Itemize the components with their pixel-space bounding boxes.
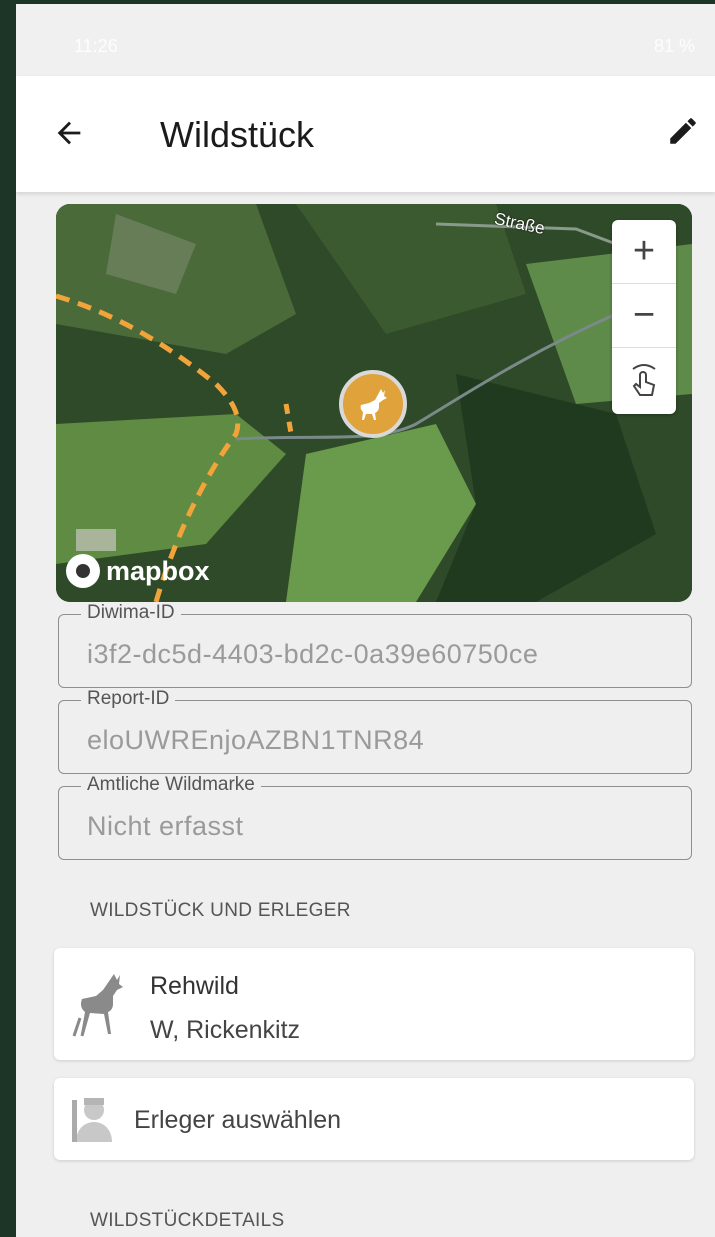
game-marker[interactable]: [339, 370, 407, 438]
arrow-left-icon: [57, 121, 81, 145]
game-species: Rehwild: [150, 972, 239, 1000]
touch-rotate-icon: [632, 364, 656, 396]
report-id-field[interactable]: Report-ID eloUWREnjoAZBN1TNR84: [58, 688, 692, 774]
person-icon: [72, 1098, 112, 1142]
select-hunter-card[interactable]: Erleger auswählen: [54, 1078, 694, 1160]
deer-icon: [360, 389, 387, 420]
wildmarke-label: Amtliche Wildmarke: [81, 774, 261, 796]
mapbox-attribution[interactable]: mapbox: [66, 554, 210, 588]
diwima-id-field[interactable]: Diwima-ID i3f2-dc5d-4403-bd2c-0a39e60750…: [58, 602, 692, 688]
app-bar: Wildstück: [16, 76, 715, 192]
back-button[interactable]: [52, 116, 86, 150]
page-title: Wildstück: [160, 114, 315, 155]
report-id-label: Report-ID: [81, 688, 176, 710]
status-bar: 11:26 81 %: [16, 4, 715, 76]
map-view[interactable]: Straße + − mapbox: [56, 204, 692, 602]
wildmarke-field[interactable]: Amtliche Wildmarke Nicht erfasst: [58, 774, 692, 860]
report-id-value: eloUWREnjoAZBN1TNR84: [87, 725, 425, 755]
app-screen: 11:26 81 % Wildstück Straße + − mapbox D…: [16, 4, 715, 1237]
diwima-id-label: Diwima-ID: [81, 602, 181, 624]
mapbox-text: mapbox: [106, 555, 210, 586]
zoom-in-button[interactable]: +: [612, 220, 676, 284]
map-controls: + −: [612, 220, 676, 414]
status-battery: 81 %: [653, 36, 695, 56]
game-card[interactable]: Rehwild W, Rickenkitz: [54, 948, 694, 1060]
section-title-game-details: WILDSTÜCKDETAILS: [90, 1210, 285, 1231]
section-title-game-hunter: WILDSTÜCK UND ERLEGER: [90, 900, 351, 921]
gesture-toggle-button[interactable]: [612, 348, 676, 412]
mapbox-logo-icon: [66, 554, 100, 588]
status-time: 11:26: [74, 36, 118, 56]
diwima-id-value: i3f2-dc5d-4403-bd2c-0a39e60750ce: [87, 639, 539, 669]
pencil-icon: [670, 118, 696, 144]
edit-button[interactable]: [666, 114, 700, 148]
wildmarke-value: Nicht erfasst: [87, 811, 244, 841]
select-hunter-label: Erleger auswählen: [134, 1106, 342, 1134]
deer-icon: [72, 974, 123, 1037]
zoom-out-button[interactable]: −: [612, 284, 676, 348]
game-detail: W, Rickenkitz: [150, 1016, 301, 1044]
